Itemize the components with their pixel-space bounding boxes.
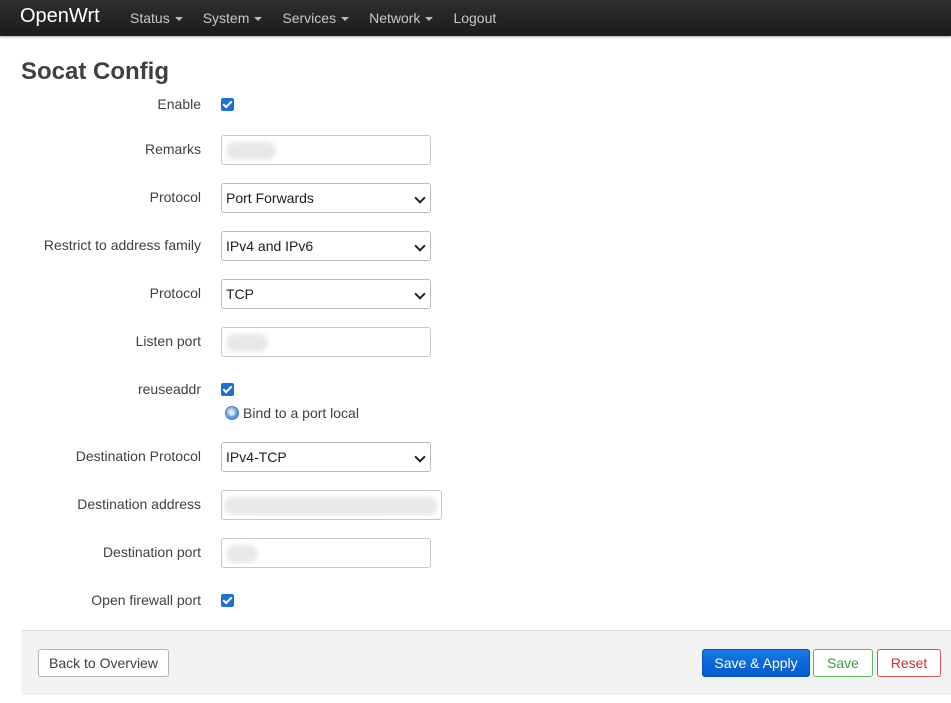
dest-protocol-select[interactable]: IPv4-TCP [221,442,431,472]
redacted-text [224,497,438,515]
chevron-down-icon [414,192,426,204]
protocol-select[interactable]: Port Forwards [221,183,431,213]
firewall-label: Open firewall port [91,592,201,608]
transport-protocol-value: TCP [226,286,254,302]
reuseaddr-checkbox[interactable] [221,383,234,396]
redacted-text [226,545,258,563]
caret-down-icon [341,16,350,21]
remarks-input[interactable] [221,135,431,165]
reuseaddr-hint: Bind to a port local [225,405,359,421]
info-icon [225,406,239,420]
dest-protocol-value: IPv4-TCP [226,449,287,465]
menu-system[interactable]: System [193,0,273,36]
dest-address-input[interactable] [221,490,442,520]
main-menu: Status System Services Network Logout [120,0,506,36]
redacted-text [226,142,276,160]
page-title: Socat Config [21,58,169,85]
menu-logout-label: Logout [453,10,497,26]
caret-down-icon [174,16,183,21]
firewall-checkbox[interactable] [221,594,234,607]
menu-system-label: System [202,10,250,26]
caret-down-icon [425,16,434,21]
menu-logout[interactable]: Logout [443,0,506,36]
back-to-overview-button[interactable]: Back to Overview [38,649,169,677]
enable-checkbox[interactable] [221,98,234,111]
dest-port-input[interactable] [221,538,431,568]
address-family-value: IPv4 and IPv6 [226,238,314,254]
menu-services[interactable]: Services [272,0,359,36]
menu-network[interactable]: Network [359,0,443,36]
menu-network-label: Network [369,10,421,26]
chevron-down-icon [414,451,426,463]
address-family-select[interactable]: IPv4 and IPv6 [221,231,431,261]
save-apply-button[interactable]: Save & Apply [702,649,810,677]
save-button[interactable]: Save [813,649,873,677]
listen-port-input[interactable] [221,327,431,357]
protocol-label: Protocol [149,189,201,205]
enable-label: Enable [157,96,201,112]
menu-services-label: Services [282,10,337,26]
transport-protocol-label: Protocol [149,285,201,301]
caret-down-icon [254,16,263,21]
top-navbar: OpenWrt Status System Services Network L… [0,0,951,36]
protocol-value: Port Forwards [226,190,314,206]
listen-port-label: Listen port [135,333,201,349]
dest-address-label: Destination address [77,496,201,512]
brand-logo[interactable]: OpenWrt [20,3,100,29]
menu-status-label: Status [130,10,170,26]
address-family-label: Restrict to address family [43,237,201,253]
dest-port-label: Destination port [102,544,201,560]
dest-protocol-label: Destination Protocol [75,448,201,464]
menu-status[interactable]: Status [120,0,193,36]
transport-protocol-select[interactable]: TCP [221,279,431,309]
chevron-down-icon [414,240,426,252]
chevron-down-icon [414,288,426,300]
remarks-label: Remarks [144,141,201,157]
reuseaddr-label: reuseaddr [137,381,201,397]
reset-button[interactable]: Reset [877,649,941,677]
form-actions-bar: Back to Overview Save & Apply Save Reset [21,630,951,695]
reuseaddr-hint-text: Bind to a port local [243,405,359,421]
redacted-text [226,334,268,352]
